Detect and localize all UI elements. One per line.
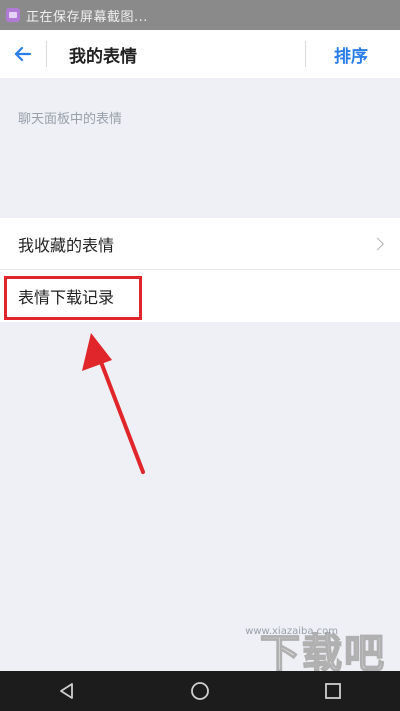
back-arrow-icon bbox=[14, 46, 32, 62]
screenshot-icon bbox=[6, 8, 20, 22]
square-recents-icon bbox=[325, 683, 342, 699]
chevron-right-icon bbox=[371, 237, 384, 250]
back-button[interactable] bbox=[0, 30, 46, 78]
sort-button[interactable]: 排序 bbox=[334, 42, 368, 67]
triangle-back-icon bbox=[59, 683, 73, 699]
circle-home-icon bbox=[191, 682, 209, 700]
list-item-download-history[interactable]: 表情下载记录 bbox=[0, 270, 400, 322]
nav-bar bbox=[0, 671, 400, 711]
page-title: 我的表情 bbox=[69, 46, 137, 67]
emoji-list: 我收藏的表情 表情下载记录 bbox=[0, 218, 400, 322]
section-area: 聊天面板中的表情 bbox=[0, 78, 400, 218]
nav-home-button[interactable] bbox=[180, 671, 220, 711]
list-item-label: 表情下载记录 bbox=[18, 288, 115, 307]
header: 我的表情 排序 bbox=[0, 30, 400, 78]
list-item-label: 我收藏的表情 bbox=[18, 235, 115, 255]
status-text: 正在保存屏幕截图... bbox=[26, 9, 148, 25]
header-divider-right bbox=[305, 41, 306, 67]
watermark: www.xiazaiba.com 下载吧 bbox=[245, 626, 386, 677]
nav-recents-button[interactable] bbox=[313, 671, 353, 711]
watermark-url: www.xiazaiba.com bbox=[245, 626, 338, 637]
section-label: 聊天面板中的表情 bbox=[18, 112, 123, 127]
nav-back-button[interactable] bbox=[47, 671, 87, 711]
watermark-logo: 下载吧 bbox=[259, 631, 386, 677]
status-bar: 正在保存屏幕截图... bbox=[0, 0, 400, 30]
screen: 正在保存屏幕截图... 我的表情 排序 聊天面板中的表情 我收藏的表情 表情下载… bbox=[0, 0, 400, 711]
list-item-favorite-emojis[interactable]: 我收藏的表情 bbox=[0, 218, 400, 270]
header-divider bbox=[46, 41, 47, 67]
